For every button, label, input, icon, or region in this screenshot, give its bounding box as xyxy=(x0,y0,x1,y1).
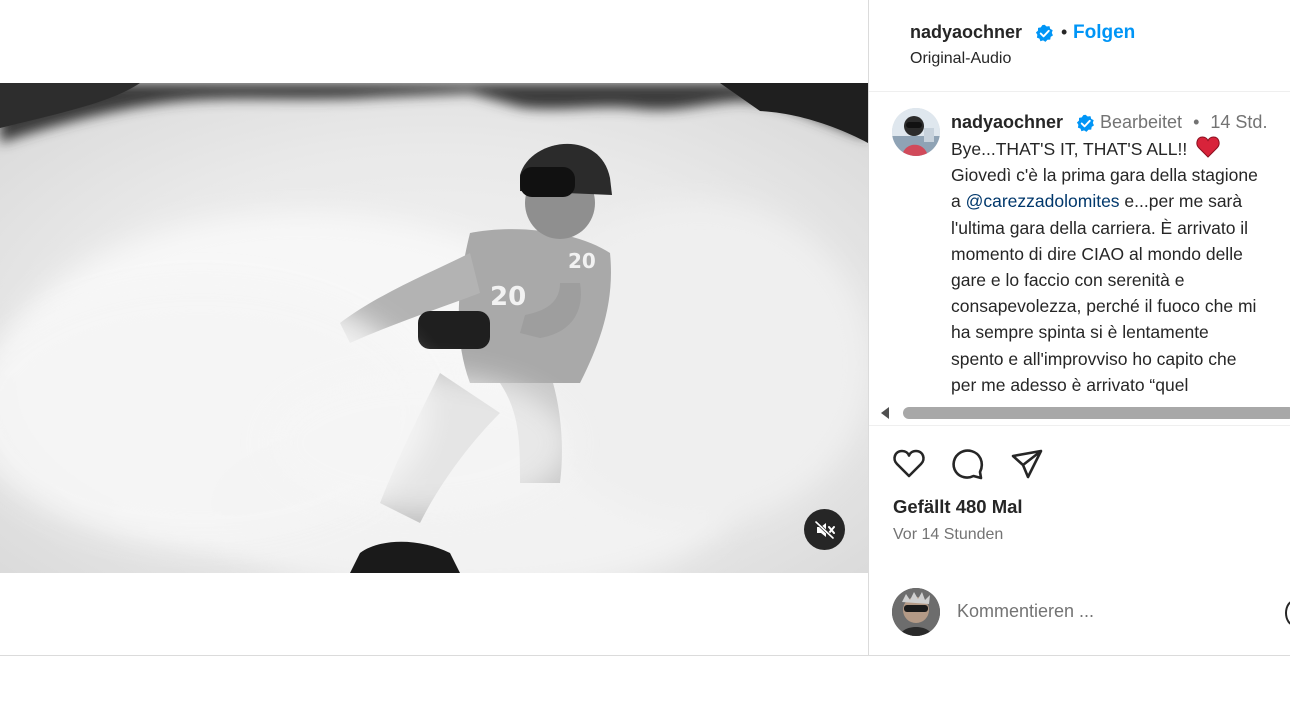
caption-username-link[interactable]: nadyaochner xyxy=(951,112,1063,133)
comment-icon[interactable] xyxy=(949,446,985,482)
caption-line: momento di dire CIAO al mondo delle xyxy=(951,243,1243,264)
caption-line: spento e all'improvviso ho capito che xyxy=(951,348,1237,369)
caption-text: Bye...THAT'S IT, THAT'S ALL!! Giovedì c'… xyxy=(951,136,1290,398)
caption-line: l'ultima gara della carriera. È arrivato… xyxy=(951,217,1249,238)
heart-icon[interactable] xyxy=(891,446,927,482)
follow-button[interactable]: Folgen xyxy=(1073,22,1135,44)
action-bar xyxy=(869,446,1290,486)
separator-dot: • xyxy=(1061,22,1068,42)
share-icon[interactable] xyxy=(1009,446,1045,482)
mention-link[interactable]: @carezzadolomites xyxy=(966,191,1120,211)
bottom-divider xyxy=(0,655,1290,656)
mute-toggle-button[interactable] xyxy=(804,509,845,550)
post-side-panel: nadyaochner • Folgen Original-Audio nady… xyxy=(869,0,1290,655)
emoji-icon[interactable] xyxy=(1285,600,1290,626)
edited-label: Bearbeitet xyxy=(1100,112,1183,132)
scroll-left-arrow-icon[interactable] xyxy=(881,407,889,419)
caption-line: Bye...THAT'S IT, THAT'S ALL!! xyxy=(951,136,1290,162)
author-avatar[interactable] xyxy=(892,108,940,156)
caption-line: per me adesso è arrivato “quel xyxy=(951,374,1189,395)
caption-line: gare e lo faccio con serenità e xyxy=(951,269,1185,290)
caption-line: consapevolezza, perché il fuoco che mi xyxy=(951,296,1257,317)
post-header: nadyaochner • Folgen Original-Audio xyxy=(869,0,1290,92)
red-heart-emoji xyxy=(1196,136,1220,158)
post-age[interactable]: 14 Std. xyxy=(1210,112,1267,132)
caption-line: Giovedì c'è la prima gara della stagione xyxy=(951,165,1258,186)
caption-line: a @carezzadolomites e...per me sarà xyxy=(951,191,1243,212)
caption-meta: Bearbeitet • 14 Std. xyxy=(1100,112,1267,133)
comments-area[interactable]: nadyaochner Bearbeitet • 14 Std. Bye...T… xyxy=(869,92,1290,426)
separator-dot: • xyxy=(1193,112,1200,132)
verified-badge-icon xyxy=(1076,114,1094,132)
likes-count[interactable]: Gefällt 480 Mal xyxy=(893,496,1023,518)
current-user-avatar[interactable] xyxy=(892,588,940,636)
post-photo-snowboarder[interactable]: 20 20 xyxy=(0,83,868,573)
speaker-muted-icon xyxy=(814,520,835,539)
post-timestamp[interactable]: Vor 14 Stunden xyxy=(893,526,1003,544)
scrollbar-thumb[interactable] xyxy=(903,407,1290,419)
comment-input[interactable] xyxy=(957,597,1277,625)
caption-line: ha sempre spinta si è lentamente xyxy=(951,322,1209,343)
verified-badge-icon xyxy=(1035,24,1053,42)
audio-link[interactable]: Original-Audio xyxy=(910,50,1011,68)
horizontal-scrollbar[interactable] xyxy=(869,404,1290,422)
svg-text:20: 20 xyxy=(490,282,526,312)
svg-text:20: 20 xyxy=(568,249,596,273)
post-media-panel: 20 20 xyxy=(0,0,868,655)
header-username-link[interactable]: nadyaochner xyxy=(910,22,1022,43)
comment-composer xyxy=(869,585,1290,637)
